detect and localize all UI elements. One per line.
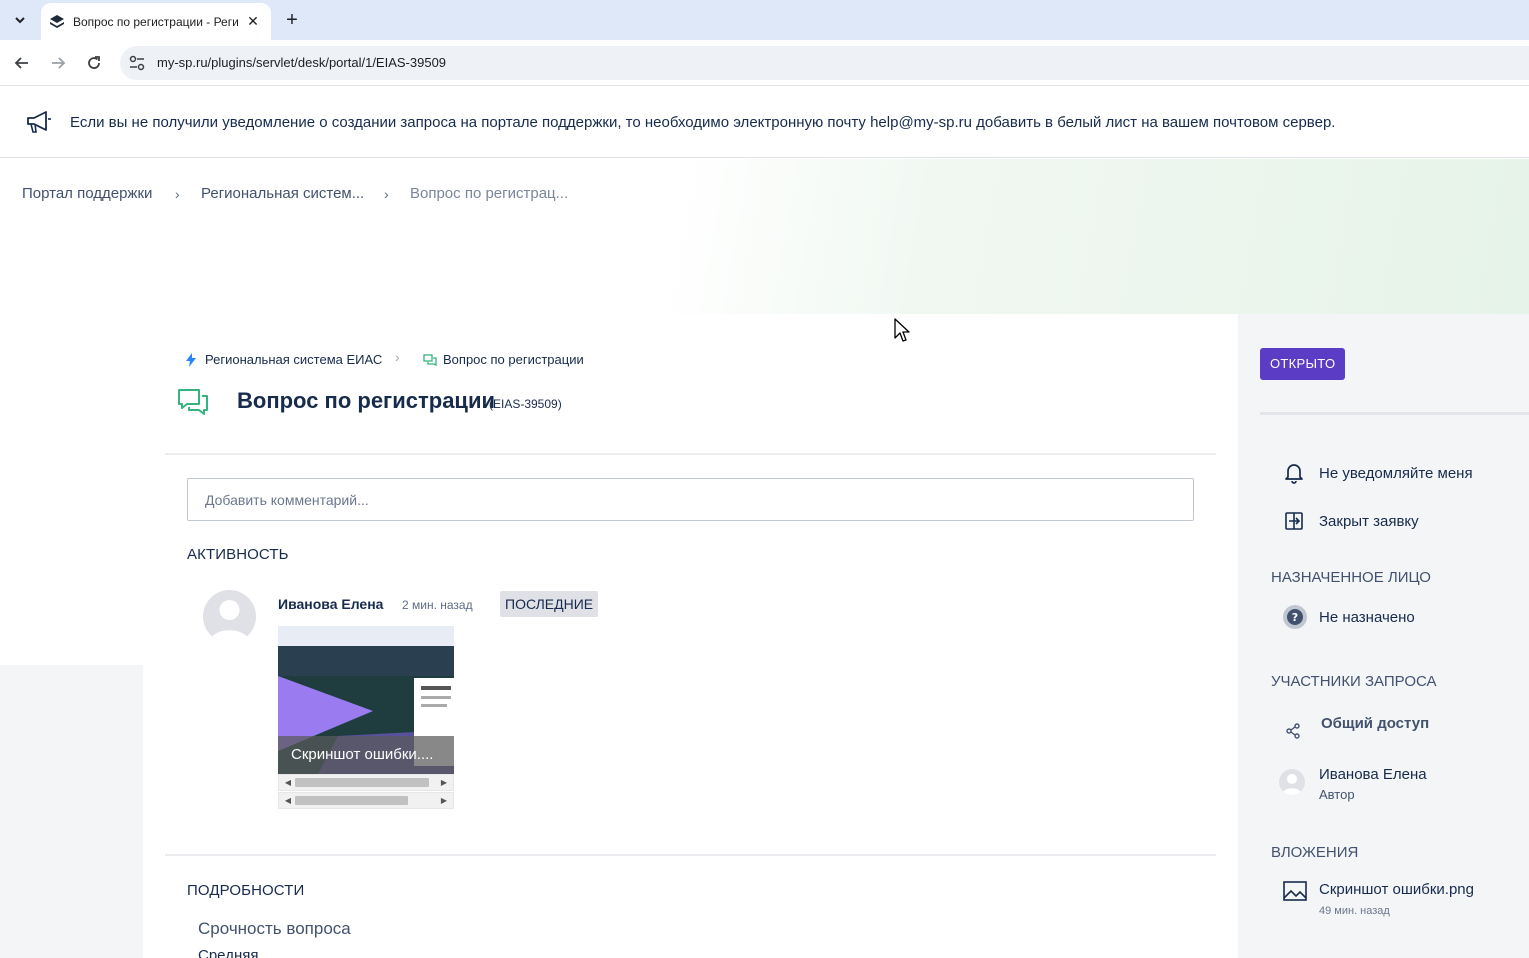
attachment-caption: Скриншот ошибки.... — [278, 736, 454, 774]
request-title: Вопрос по регистрации — [237, 388, 496, 413]
breadcrumb-portal-link[interactable]: Портал поддержки — [22, 185, 152, 202]
back-button[interactable] — [10, 51, 34, 75]
scroll-left-icon[interactable]: ◀ — [281, 775, 295, 790]
user-icon — [209, 600, 250, 643]
activity-heading: АКТИВНОСТЬ — [187, 546, 289, 563]
notify-label[interactable]: Не уведомляйте меня — [1319, 465, 1473, 482]
left-gutter — [0, 665, 143, 958]
notify-toggle[interactable]: Не уведомляйте меня — [1283, 462, 1473, 484]
browser-toolbar: my-sp.ru/plugins/servlet/desk/portal/1/E… — [0, 40, 1529, 86]
tab-title: Вопрос по регистрации - Реги — [73, 14, 239, 29]
bell-icon — [1283, 462, 1305, 484]
browser-tab[interactable]: Вопрос по регистрации - Реги ✕ — [41, 3, 271, 40]
breadcrumb-current: Вопрос по регистрац... — [410, 185, 569, 202]
request-type-breadcrumb[interactable]: Вопрос по регистрации — [423, 352, 584, 367]
tab-search-button[interactable] — [8, 8, 32, 32]
portal-banner: Портал поддержки › Региональная систем..… — [0, 159, 1529, 314]
header-divider — [165, 453, 1216, 455]
site-favicon-icon — [50, 14, 64, 28]
scroll-left-icon[interactable]: ◀ — [281, 793, 295, 808]
activity-time: 2 мин. назад — [402, 598, 473, 612]
close-request-button[interactable]: Закрыт заявку — [1283, 510, 1419, 532]
comment-field[interactable] — [187, 478, 1194, 521]
lightning-icon — [186, 352, 196, 367]
details-heading: ПОДРОБНОСТИ — [187, 882, 305, 899]
project-name[interactable]: Региональная система ЕИАС — [205, 352, 382, 367]
announcement-bar: Если вы не получили уведомление о создан… — [0, 86, 1529, 158]
arrow-right-icon — [52, 57, 66, 69]
question-avatar-icon: ? — [1282, 604, 1308, 630]
chat-icon — [423, 353, 437, 366]
attachment-time: 49 мин. назад — [1319, 905, 1390, 917]
latest-badge: ПОСЛЕДНИЕ — [500, 591, 599, 617]
participant-role: Автор — [1319, 787, 1355, 802]
request-type-name[interactable]: Вопрос по регистрации — [443, 352, 584, 367]
attachment-thumbnail[interactable]: Скриншот ошибки.... — [278, 626, 454, 774]
reload-icon — [88, 56, 100, 69]
megaphone-icon — [27, 111, 51, 133]
scroll-right-icon[interactable]: ▶ — [437, 793, 451, 808]
scrollbar-thumb[interactable] — [295, 796, 408, 805]
image-icon — [1283, 881, 1307, 901]
new-tab-button[interactable]: + — [282, 9, 302, 31]
scroll-right-icon[interactable]: ▶ — [437, 775, 451, 790]
exit-icon — [1283, 510, 1305, 532]
urgency-label: Срочность вопроса — [198, 919, 351, 938]
participants-heading: УЧАСТНИКИ ЗАПРОСА — [1271, 673, 1437, 690]
announcement-text: Если вы не получили уведомление о создан… — [70, 114, 1336, 131]
chevron-right-icon: › — [384, 186, 389, 202]
arrow-left-icon — [14, 57, 28, 69]
breadcrumb-project-link[interactable]: Региональная систем... — [201, 185, 364, 202]
attachment-link[interactable]: Скриншот ошибки.png — [1319, 881, 1474, 898]
assignee-label: Не назначено — [1319, 608, 1415, 626]
reload-button[interactable] — [82, 51, 106, 75]
site-settings-icon[interactable] — [128, 54, 146, 72]
close-request-label[interactable]: Закрыт заявку — [1319, 513, 1419, 530]
comment-input[interactable] — [188, 479, 1193, 520]
thumbnail-scrollbar[interactable]: ◀ ▶ — [278, 774, 454, 791]
request-key: (EIAS-39509) — [489, 397, 562, 411]
address-bar[interactable]: my-sp.ru/plugins/servlet/desk/portal/1/E… — [120, 46, 1529, 80]
participant-avatar — [1279, 769, 1305, 795]
chevron-right-icon: › — [175, 186, 180, 202]
thumbnail-scrollbar[interactable]: ◀ ▶ — [278, 792, 454, 809]
assignee: ? Не назначено — [1282, 604, 1415, 630]
sidebar-divider — [1260, 412, 1529, 415]
forward-button[interactable] — [46, 51, 70, 75]
share-link[interactable]: Общий доступ — [1321, 715, 1429, 732]
activity-divider — [165, 854, 1216, 856]
user-icon — [1282, 774, 1302, 795]
tab-close-icon[interactable]: ✕ — [245, 13, 261, 30]
svg-text:?: ? — [1292, 611, 1298, 624]
assignee-heading: НАЗНАЧЕННОЕ ЛИЦО — [1271, 569, 1431, 586]
urgency-value: Средняя — [198, 947, 259, 958]
status-button[interactable]: ОТКРЫТО — [1260, 348, 1346, 380]
avatar — [203, 590, 256, 643]
chevron-right-icon: › — [395, 349, 400, 365]
activity-author: Иванова Елена — [278, 596, 384, 612]
chat-bubbles-icon — [178, 389, 208, 415]
url-text[interactable]: my-sp.ru/plugins/servlet/desk/portal/1/E… — [157, 55, 446, 70]
project-breadcrumb[interactable]: Региональная система ЕИАС — [185, 352, 382, 367]
share-icon — [1286, 723, 1300, 739]
participant-name: Иванова Елена — [1319, 766, 1427, 783]
attachments-heading: ВЛОЖЕНИЯ — [1271, 844, 1359, 861]
chevron-down-icon — [15, 17, 25, 24]
mouse-cursor-icon — [894, 318, 910, 342]
request-sidebar — [1238, 314, 1529, 958]
browser-tab-bar: Вопрос по регистрации - Реги ✕ + — [0, 0, 1529, 40]
scrollbar-thumb[interactable] — [295, 778, 429, 787]
